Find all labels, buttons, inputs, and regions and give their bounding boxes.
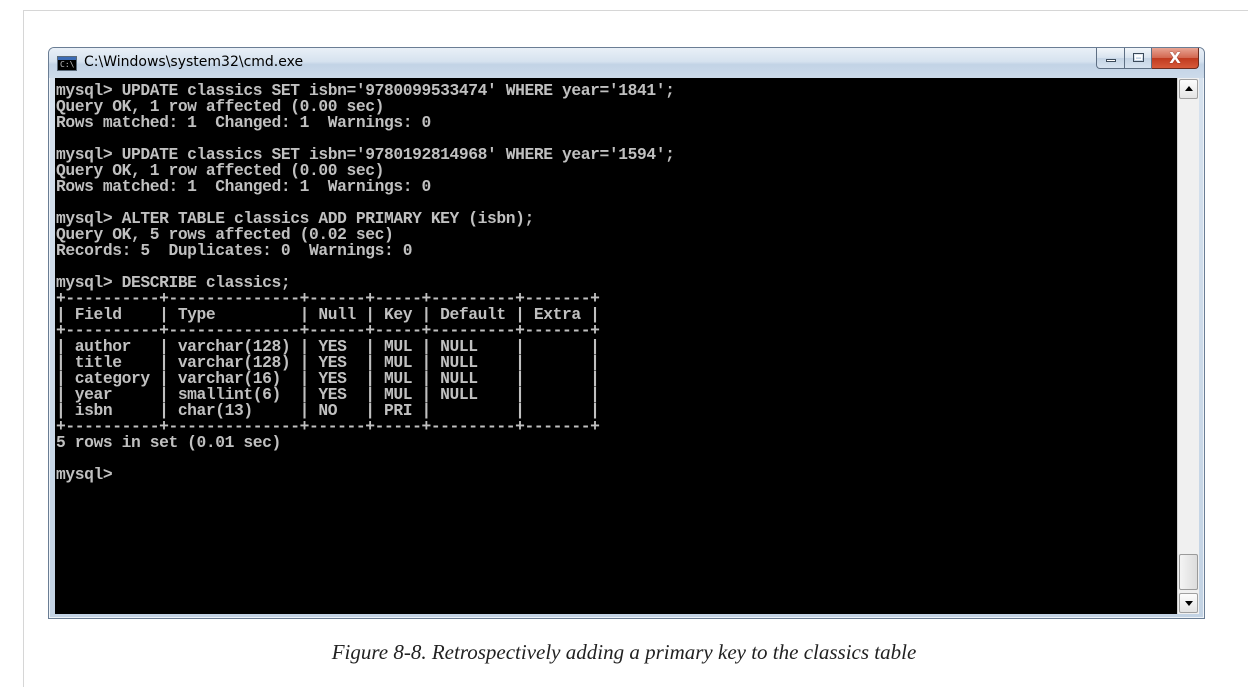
cmd-console-icon[interactable]: C:\ (57, 56, 77, 71)
console-line: Rows matched: 1 Changed: 1 Warnings: 0 (56, 113, 431, 132)
minimize-icon (1106, 59, 1116, 62)
cmd-window: C:\ C:\Windows\system32\cmd.exe X mysql>… (48, 47, 1205, 619)
scroll-down-button[interactable] (1179, 593, 1198, 613)
caption-buttons: X (1096, 48, 1199, 69)
maximize-button[interactable] (1125, 48, 1152, 69)
console-output[interactable]: mysql> UPDATE classics SET isbn='9780099… (55, 78, 1177, 614)
figure-caption: Figure 8-8. Retrospectively adding a pri… (331, 640, 917, 664)
arrow-down-icon (1185, 601, 1193, 606)
close-button[interactable]: X (1152, 48, 1199, 69)
scroll-up-button[interactable] (1179, 79, 1198, 99)
window-title: C:\Windows\system32\cmd.exe (84, 54, 304, 70)
arrow-up-icon (1185, 86, 1193, 91)
scrollbar-thumb[interactable] (1179, 554, 1198, 590)
console-line: Rows matched: 1 Changed: 1 Warnings: 0 (56, 177, 431, 196)
maximize-icon (1133, 53, 1144, 62)
console-line: 5 rows in set (0.01 sec) (56, 433, 281, 452)
title-bar[interactable]: C:\ C:\Windows\system32\cmd.exe X (49, 48, 1204, 78)
console-line: mysql> (56, 465, 113, 484)
close-icon: X (1169, 49, 1181, 67)
console-text: mysql> UPDATE classics SET isbn='9780099… (55, 78, 1177, 483)
vertical-scrollbar[interactable] (1177, 78, 1199, 614)
minimize-button[interactable] (1096, 48, 1125, 69)
console-line: Records: 5 Duplicates: 0 Warnings: 0 (56, 241, 413, 260)
